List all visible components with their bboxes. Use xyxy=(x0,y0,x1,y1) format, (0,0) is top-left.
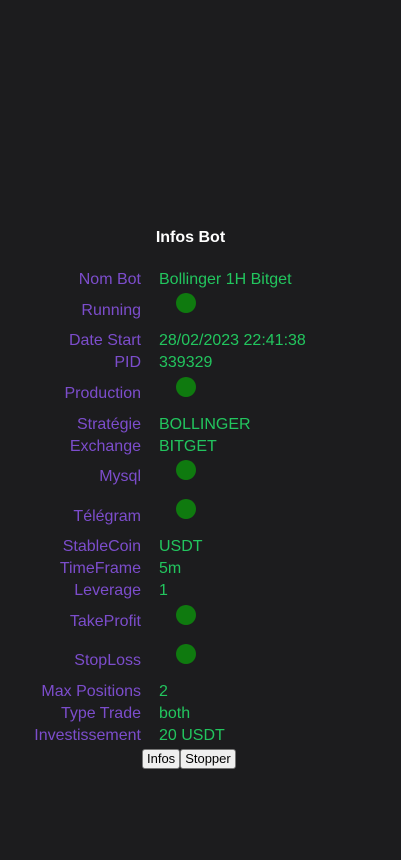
row-mysql: Mysql xyxy=(0,466,401,488)
value-nom-bot: Bollinger 1H Bitget xyxy=(159,271,292,288)
label-stoploss: StopLoss xyxy=(74,652,141,669)
mysql-status-indicator xyxy=(176,460,196,480)
row-date-start: Date Start 28/02/2023 22:41:38 xyxy=(0,330,401,352)
row-exchange: Exchange BITGET xyxy=(0,436,401,458)
row-production: Production xyxy=(0,383,401,405)
value-investissement: 20 USDT xyxy=(159,727,225,744)
row-leverage: Leverage 1 xyxy=(0,580,401,602)
row-type-trade: Type Trade both xyxy=(0,703,401,725)
label-timeframe: TimeFrame xyxy=(59,560,141,577)
stopper-button[interactable]: Stopper xyxy=(180,749,236,769)
row-investissement: Investissement 20 USDT xyxy=(0,725,401,747)
row-strategie: Stratégie BOLLINGER xyxy=(0,414,401,436)
value-type-trade: both xyxy=(159,705,191,722)
label-mysql: Mysql xyxy=(99,468,141,485)
production-status-indicator xyxy=(176,377,196,397)
label-pid: PID xyxy=(114,354,141,371)
running-status-indicator xyxy=(176,293,196,313)
label-investissement: Investissement xyxy=(34,727,141,744)
label-running: Running xyxy=(81,302,141,319)
page-title: Infos Bot xyxy=(155,229,226,246)
label-takeprofit: TakeProfit xyxy=(69,613,141,630)
label-max-positions: Max Positions xyxy=(41,683,141,700)
row-running: Running xyxy=(0,300,401,322)
label-strategie: Stratégie xyxy=(76,416,141,433)
takeprofit-status-indicator xyxy=(176,605,196,625)
label-date-start: Date Start xyxy=(68,332,141,349)
telegram-status-indicator xyxy=(176,499,196,519)
label-leverage: Leverage xyxy=(74,582,141,599)
action-buttons: Infos Stopper xyxy=(142,749,236,769)
row-telegram: Télégram xyxy=(0,506,401,528)
row-stablecoin: StableCoin USDT xyxy=(0,536,401,558)
row-max-positions: Max Positions 2 xyxy=(0,681,401,703)
value-pid: 339329 xyxy=(159,354,213,371)
row-timeframe: TimeFrame 5m xyxy=(0,558,401,580)
value-timeframe: 5m xyxy=(159,560,182,577)
label-stablecoin: StableCoin xyxy=(62,538,141,555)
stoploss-status-indicator xyxy=(176,644,196,664)
value-leverage: 1 xyxy=(159,582,168,599)
value-max-positions: 2 xyxy=(159,683,168,700)
value-date-start: 28/02/2023 22:41:38 xyxy=(159,332,306,349)
value-exchange: BITGET xyxy=(159,438,217,455)
row-stoploss: StopLoss xyxy=(0,650,401,672)
row-takeprofit: TakeProfit xyxy=(0,611,401,633)
row-pid: PID 339329 xyxy=(0,352,401,374)
label-exchange: Exchange xyxy=(69,438,141,455)
label-nom-bot: Nom Bot xyxy=(78,271,141,288)
label-production: Production xyxy=(64,385,142,402)
infos-button[interactable]: Infos xyxy=(142,749,181,769)
row-nom-bot: Nom Bot Bollinger 1H Bitget xyxy=(0,269,401,291)
value-strategie: BOLLINGER xyxy=(159,416,251,433)
label-type-trade: Type Trade xyxy=(60,705,141,722)
label-telegram: Télégram xyxy=(73,508,141,525)
value-stablecoin: USDT xyxy=(159,538,203,555)
